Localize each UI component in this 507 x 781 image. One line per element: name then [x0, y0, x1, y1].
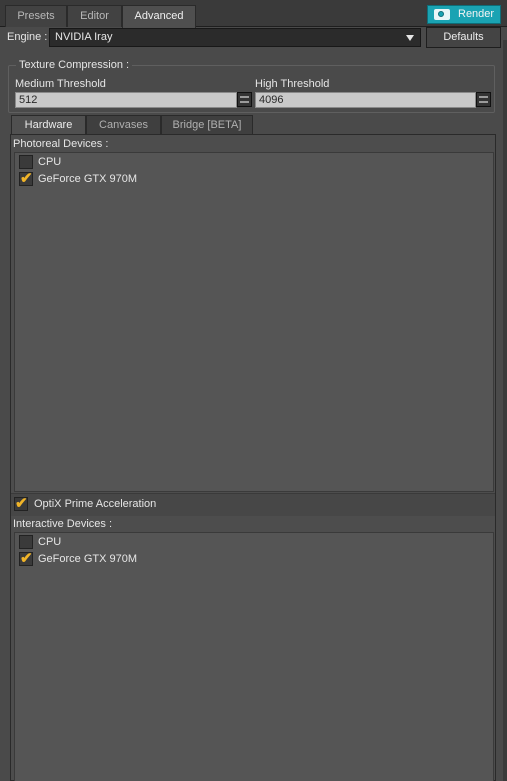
checkbox-gtx970m-interactive[interactable]: [19, 549, 33, 567]
defaults-button[interactable]: Defaults: [426, 27, 501, 48]
tab-hardware[interactable]: Hardware: [11, 115, 86, 135]
checkbox-cpu-photoreal[interactable]: [19, 155, 33, 169]
device-label: CPU: [38, 156, 62, 168]
engine-value: NVIDIA Iray: [55, 31, 113, 43]
list-item[interactable]: CPU: [19, 155, 219, 171]
high-threshold-input[interactable]: 4096: [255, 92, 476, 108]
device-label: GeForce GTX 970M: [38, 173, 138, 185]
camera-icon: [434, 9, 450, 20]
texture-compression-title: Texture Compression :: [16, 59, 133, 71]
medium-threshold-label: Medium Threshold: [15, 78, 106, 90]
device-label: GeForce GTX 970M: [38, 553, 138, 565]
checkbox-cpu-interactive[interactable]: [19, 535, 33, 549]
render-button-label: Render: [458, 8, 495, 20]
interactive-devices-list: [14, 532, 494, 781]
scrollbar[interactable]: [503, 40, 507, 781]
tab-editor[interactable]: Editor: [67, 5, 122, 27]
checkbox-optix[interactable]: [14, 494, 28, 512]
optix-label: OptiX Prime Acceleration: [34, 498, 157, 510]
engine-select[interactable]: NVIDIA Iray: [49, 28, 421, 47]
checkbox-gtx970m-photoreal[interactable]: [19, 169, 33, 187]
optix-toggle[interactable]: OptiX Prime Acceleration: [14, 494, 254, 513]
chevron-down-icon: [406, 35, 414, 41]
list-item[interactable]: GeForce GTX 970M: [19, 169, 219, 188]
photoreal-devices-list: [14, 152, 494, 492]
high-threshold-label: High Threshold: [255, 78, 330, 90]
render-button[interactable]: Render: [427, 5, 501, 24]
tab-bridge-beta[interactable]: Bridge [BETA]: [161, 115, 253, 134]
list-item[interactable]: CPU: [19, 535, 219, 551]
engine-label: Engine :: [7, 31, 48, 43]
list-item[interactable]: GeForce GTX 970M: [19, 549, 219, 568]
interactive-devices-title: Interactive Devices :: [13, 518, 113, 530]
medium-threshold-stepper[interactable]: [237, 92, 252, 107]
medium-threshold-input[interactable]: 512: [15, 92, 237, 108]
tab-presets[interactable]: Presets: [5, 5, 67, 27]
high-threshold-stepper[interactable]: [476, 92, 491, 107]
device-label: CPU: [38, 536, 62, 548]
tab-advanced[interactable]: Advanced: [122, 5, 196, 28]
tab-canvases[interactable]: Canvases: [86, 115, 161, 134]
photoreal-devices-title: Photoreal Devices :: [13, 138, 109, 150]
